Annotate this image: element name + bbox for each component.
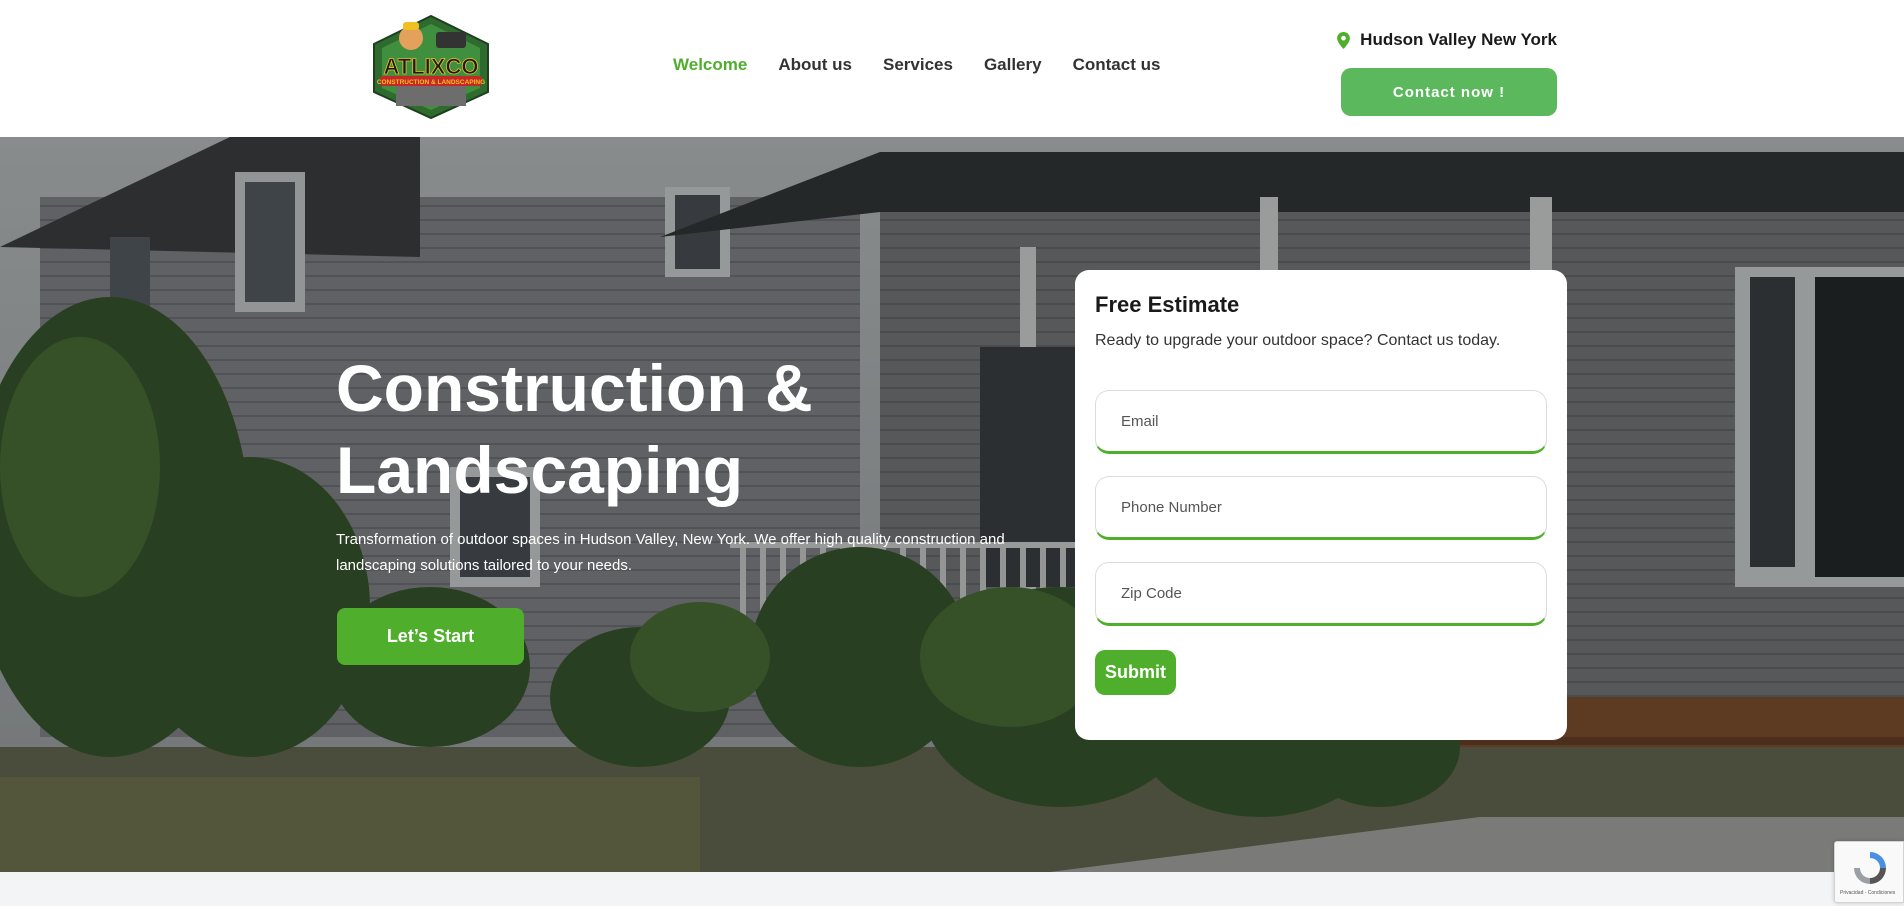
- nav-welcome[interactable]: Welcome: [673, 55, 747, 75]
- hero-overlay: [0, 137, 1904, 872]
- free-estimate-form: Free Estimate Ready to upgrade your outd…: [1075, 270, 1567, 740]
- submit-button[interactable]: Submit: [1095, 650, 1176, 695]
- recaptcha-icon: [1854, 852, 1886, 884]
- nav-about-us[interactable]: About us: [778, 55, 852, 75]
- site-header: ATLIXCO CONSTRUCTION & LANDSCAPING Welco…: [0, 0, 1904, 137]
- location-text: Hudson Valley New York: [1360, 30, 1557, 49]
- logo-text: ATLIXCO: [384, 54, 479, 79]
- zip-code-field[interactable]: [1095, 562, 1547, 626]
- nav-contact-us[interactable]: Contact us: [1073, 55, 1161, 75]
- recaptcha-terms[interactable]: Privacidad - Condiciones: [1840, 890, 1895, 896]
- form-subtitle: Ready to upgrade your outdoor space? Con…: [1095, 332, 1501, 349]
- map-pin-icon: [1337, 31, 1351, 49]
- hero-description: Transformation of outdoor spaces in Huds…: [336, 531, 1005, 574]
- hero-title: Construction & Landscaping: [336, 347, 936, 511]
- email-field[interactable]: [1095, 390, 1547, 454]
- nav-gallery[interactable]: Gallery: [984, 55, 1042, 75]
- lets-start-button[interactable]: Let’s Start: [337, 608, 524, 665]
- logo-subtext: CONSTRUCTION & LANDSCAPING: [377, 79, 485, 86]
- phone-number-field[interactable]: [1095, 476, 1547, 540]
- hero-title-line2: Landscaping: [336, 433, 744, 507]
- form-title: Free Estimate: [1095, 292, 1240, 317]
- recaptcha-badge[interactable]: Privacidad - Condiciones: [1834, 841, 1904, 903]
- location-info: Hudson Valley New York: [1337, 30, 1557, 50]
- nav-services[interactable]: Services: [883, 55, 953, 75]
- main-nav: Welcome About us Services Gallery Contac…: [673, 55, 1191, 75]
- hero-section: Construction & Landscaping Transformatio…: [0, 137, 1904, 872]
- contact-now-button[interactable]: Contact now !: [1341, 68, 1557, 116]
- hero-title-line1: Construction &: [336, 351, 813, 425]
- company-logo[interactable]: ATLIXCO CONSTRUCTION & LANDSCAPING: [366, 10, 496, 122]
